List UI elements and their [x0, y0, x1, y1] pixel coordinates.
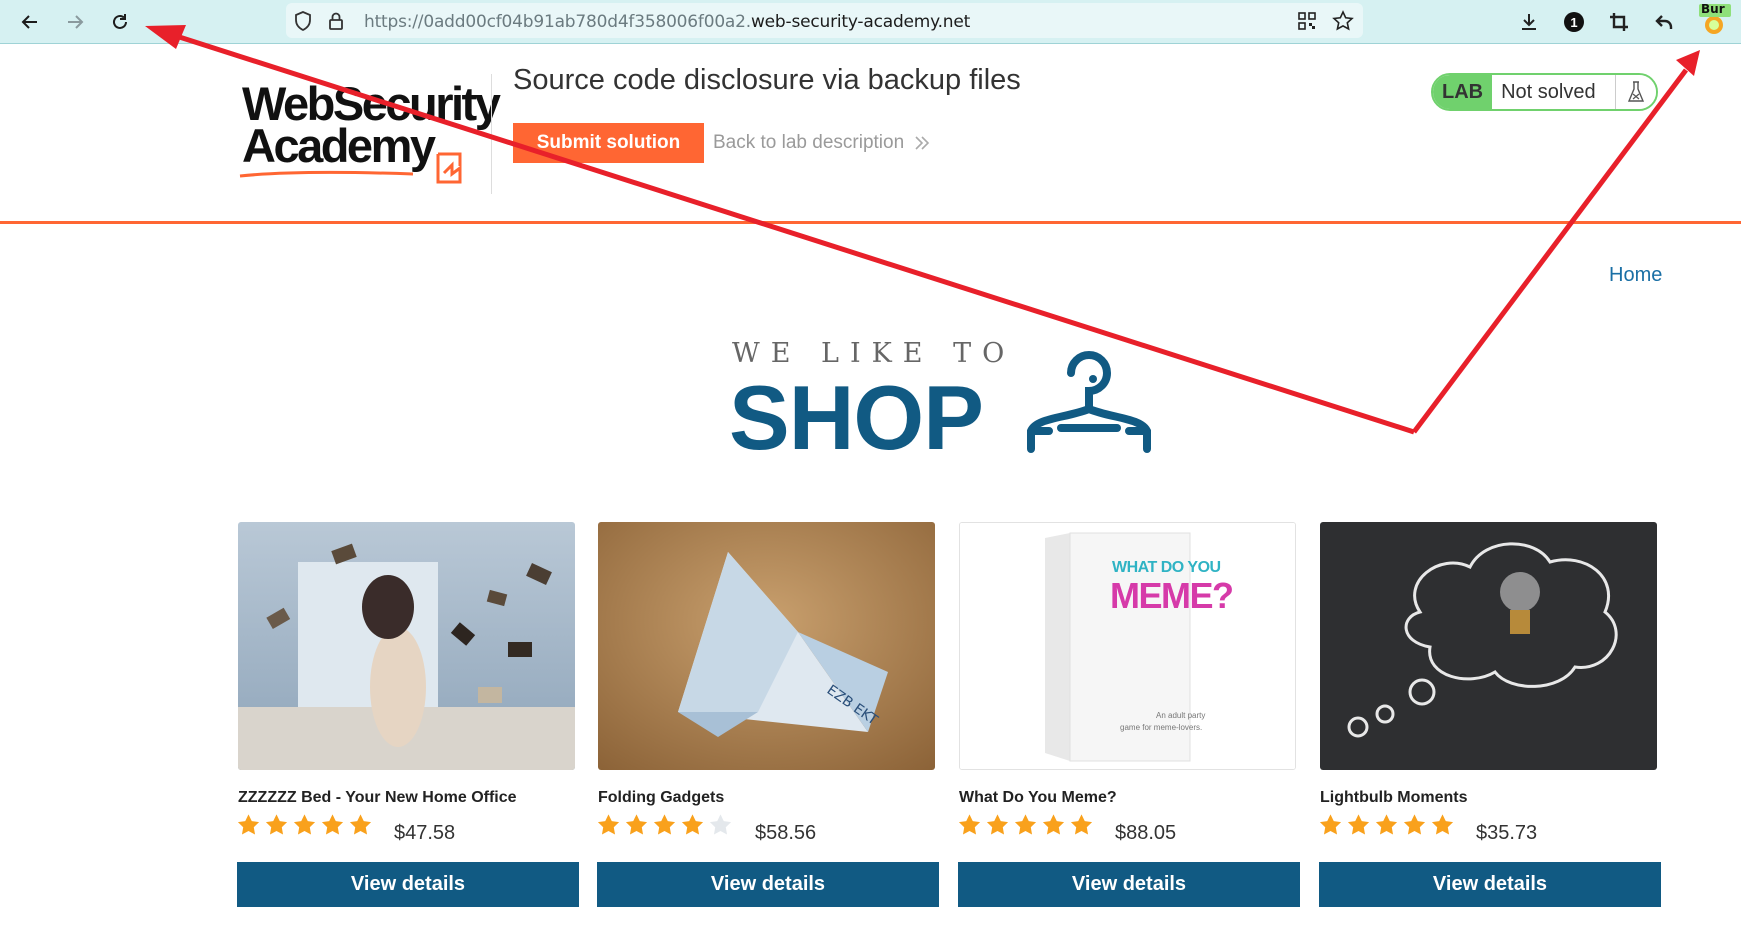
product-rating: [236, 812, 373, 837]
view-details-button[interactable]: View details: [597, 862, 939, 907]
star-icon: [293, 814, 316, 835]
star-icon: [1070, 814, 1093, 835]
bookmark-star-icon[interactable]: [1332, 10, 1354, 32]
shield-icon: [295, 11, 311, 31]
view-details-button[interactable]: View details: [237, 862, 579, 907]
undo-button[interactable]: [1648, 6, 1680, 38]
product-price: $47.58: [394, 822, 456, 844]
lab-status-text: Not solved: [1492, 75, 1616, 109]
double-chevron-right-icon: [915, 136, 930, 150]
star-icon: [321, 814, 344, 835]
lock-icon: [329, 12, 343, 30]
nav-home-link[interactable]: Home: [1609, 264, 1662, 287]
logo-bolt-icon: [436, 152, 462, 184]
lab-status-widget: LAB Not solved: [1431, 73, 1658, 111]
star-icon: [1319, 814, 1342, 835]
crop-button[interactable]: [1603, 6, 1635, 38]
back-link-label: Back to lab description: [713, 132, 905, 153]
star-icon: [1431, 814, 1454, 835]
header-divider: [491, 74, 492, 194]
lab-status-tag: LAB: [1433, 75, 1493, 109]
downloads-button[interactable]: [1513, 6, 1545, 38]
qr-code-icon[interactable]: [1298, 12, 1316, 30]
logo-underline: [239, 170, 414, 178]
shop-logo: WE LIKE TO SHOP: [725, 335, 1175, 469]
star-icon: [597, 814, 620, 835]
product-rating: [1318, 812, 1455, 837]
lab-header: WebSecurity Academy Source code disclosu…: [0, 44, 1741, 224]
star-icon: [265, 814, 288, 835]
star-icon: [1014, 814, 1037, 835]
web-security-academy-logo[interactable]: WebSecurity Academy: [238, 74, 501, 194]
view-details-button[interactable]: View details: [958, 862, 1300, 907]
star-icon: [958, 814, 981, 835]
star-icon: [709, 814, 732, 835]
product-price: $58.56: [755, 822, 817, 844]
arrow-left-icon: [21, 15, 37, 29]
password-manager-button[interactable]: 1: [1558, 6, 1590, 38]
crop-icon: [1610, 13, 1628, 31]
back-button[interactable]: [14, 6, 46, 38]
meme-box-small-1: An adult party: [1156, 711, 1206, 720]
product-name: ZZZZZZ Bed - Your New Home Office: [238, 789, 517, 806]
product-rating: [596, 812, 733, 837]
download-icon: [1522, 14, 1536, 30]
meme-box-title: MEME?: [1110, 575, 1234, 616]
arrow-right-icon: [68, 15, 84, 29]
forward-button[interactable]: [59, 6, 91, 38]
product-name: Lightbulb Moments: [1320, 789, 1468, 806]
burp-extension-button[interactable]: Bur: [1697, 2, 1733, 38]
star-icon: [1042, 814, 1065, 835]
url-text[interactable]: https://0add00cf04b91ab780d4f358006f00a2…: [364, 12, 970, 32]
star-icon: [653, 814, 676, 835]
shop-logo-word: SHOP: [729, 368, 984, 469]
star-icon: [986, 814, 1009, 835]
undo-icon: [1655, 15, 1673, 29]
reload-icon: [113, 14, 127, 29]
product-image-what-do-you-meme[interactable]: WHAT DO YOU MEME? An adult party game fo…: [959, 522, 1296, 770]
product-name: Folding Gadgets: [598, 789, 725, 806]
hanger-icon: [1027, 351, 1151, 453]
lab-title: Source code disclosure via backup files: [513, 64, 1021, 96]
flask-icon: [1615, 75, 1656, 109]
star-icon: [349, 814, 372, 835]
logo-line2: Academy: [242, 119, 436, 172]
product-image-folding-gadgets[interactable]: EZB EKT: [598, 522, 935, 770]
shop-logo-tagline: WE LIKE TO: [732, 338, 1016, 369]
product-price: $35.73: [1476, 822, 1538, 844]
burp-label: Bur: [1701, 2, 1725, 16]
product-rating: [957, 812, 1094, 837]
browser-toolbar: https://0add00cf04b91ab780d4f358006f00a2…: [0, 0, 1741, 44]
meme-box-small-2: game for meme-lovers.: [1120, 723, 1203, 732]
product-image-bed[interactable]: [238, 522, 575, 770]
product-image-lightbulb[interactable]: [1320, 522, 1657, 770]
star-icon: [1375, 814, 1398, 835]
reload-button[interactable]: [104, 6, 136, 38]
submit-solution-button[interactable]: Submit solution: [513, 123, 704, 163]
product-name: What Do You Meme?: [959, 789, 1117, 806]
star-icon: [1403, 814, 1426, 835]
star-icon: [625, 814, 648, 835]
back-to-lab-description-link[interactable]: Back to lab description: [713, 132, 930, 154]
star-icon: [1347, 814, 1370, 835]
view-details-button[interactable]: View details: [1319, 862, 1661, 907]
address-bar[interactable]: https://0add00cf04b91ab780d4f358006f00a2…: [286, 3, 1363, 38]
product-price: $88.05: [1115, 822, 1177, 844]
star-icon: [237, 814, 260, 835]
password-manager-icon: 1: [1564, 12, 1584, 32]
star-icon: [681, 814, 704, 835]
